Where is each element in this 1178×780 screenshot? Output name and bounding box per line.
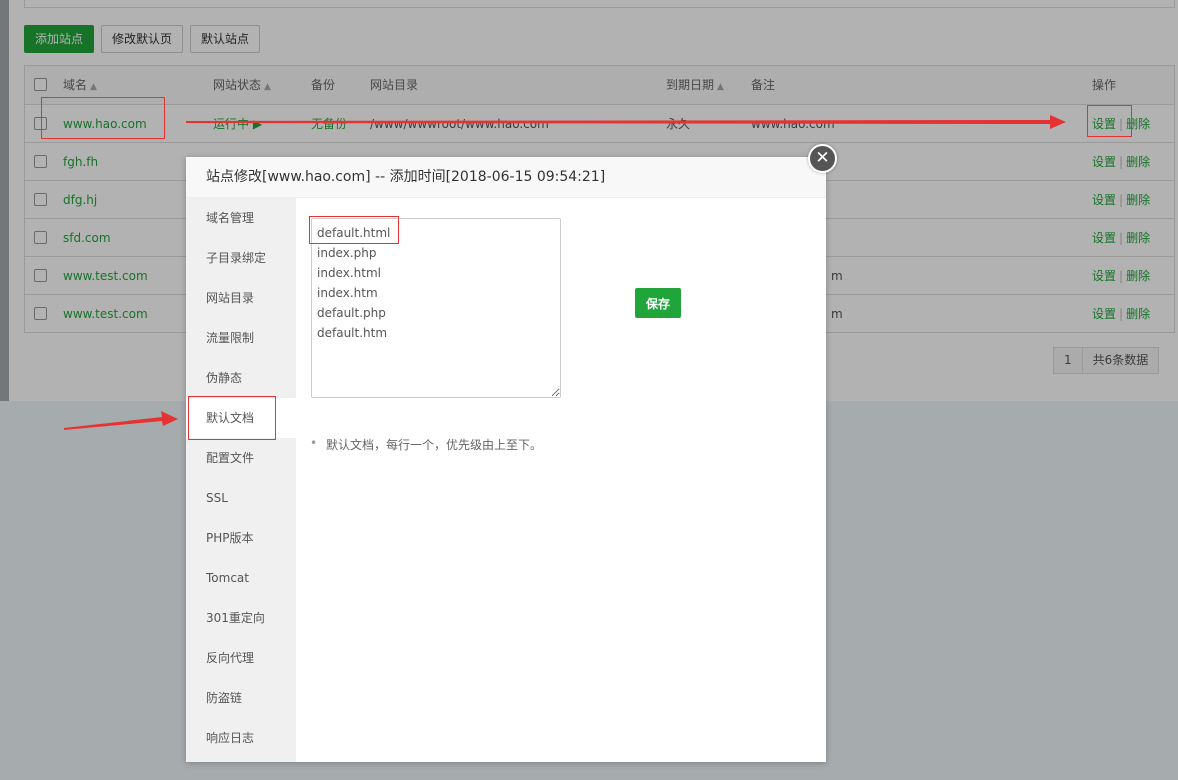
sort-up-icon: ▲ [90, 82, 97, 92]
row-domain-link[interactable]: www.test.com [63, 257, 148, 295]
pagination: 1 共6条数据 [1053, 347, 1160, 374]
settings-menu: 域名管理 子目录绑定 网站目录 流量限制 伪静态 默认文档 配置文件 SSL PHP版本 Tomc… [186, 198, 296, 762]
sort-up-icon: ▲ [717, 82, 724, 92]
header-status[interactable]: 网站状态 ▲ [213, 66, 271, 106]
header-note: 备注 [751, 78, 776, 92]
row-checkbox[interactable] [34, 231, 47, 244]
menu-item[interactable]: 默认文档 [186, 398, 296, 438]
delete-link[interactable]: 删除 [1126, 193, 1150, 207]
header-path: 网站目录 [370, 78, 419, 92]
menu-item[interactable]: 301重定向 [186, 598, 296, 638]
op-separator: | [1119, 307, 1124, 321]
row-checkbox[interactable] [34, 117, 47, 130]
header-domain[interactable]: 域名 ▲ [63, 66, 97, 106]
op-separator: | [1119, 155, 1124, 169]
header-ops: 操作 [1092, 78, 1117, 92]
settings-link[interactable]: 设置 [1092, 117, 1116, 131]
settings-link[interactable]: 设置 [1092, 155, 1116, 169]
menu-item[interactable]: 伪静态 [186, 358, 296, 398]
row-ops: 设置 | 删除 [1092, 219, 1150, 257]
menu-item[interactable]: 配置文件 [186, 438, 296, 478]
row-note[interactable]: www.hao.com [751, 105, 835, 143]
delete-link[interactable]: 删除 [1126, 269, 1150, 283]
close-icon[interactable]: ✕ [808, 144, 837, 173]
settings-link[interactable]: 设置 [1092, 269, 1116, 283]
row-domain-link[interactable]: fgh.fh [63, 143, 98, 181]
row-domain-link[interactable]: sfd.com [63, 219, 111, 257]
row-checkbox[interactable] [34, 269, 47, 282]
row-checkbox[interactable] [34, 193, 47, 206]
menu-item[interactable]: 网站目录 [186, 278, 296, 318]
edit-default-page-button[interactable]: 修改默认页 [101, 25, 184, 53]
op-separator: | [1119, 193, 1124, 207]
header-backup: 备份 [311, 78, 336, 92]
default-site-button[interactable]: 默认站点 [190, 25, 261, 53]
row-domain-link[interactable]: www.test.com [63, 295, 148, 333]
row-note[interactable]: m [831, 295, 843, 333]
page-number[interactable]: 1 [1054, 348, 1082, 373]
row-checkbox[interactable] [34, 307, 47, 320]
row-ops: 设置 | 删除 [1092, 105, 1150, 143]
row-ops: 设置 | 删除 [1092, 143, 1150, 181]
toolbar: 添加站点 修改默认页 默认站点 [24, 25, 261, 53]
row-ops: 设置 | 删除 [1092, 181, 1150, 219]
default-docs-panel: default.html index.php index.html index.… [296, 198, 826, 762]
menu-item[interactable]: 流量限制 [186, 318, 296, 358]
annotation-arrow-menu [64, 411, 178, 430]
row-backup[interactable]: 无备份 [311, 105, 347, 143]
select-all-checkbox[interactable] [34, 78, 47, 91]
header-expire[interactable]: 到期日期 ▲ [666, 66, 724, 106]
op-separator: | [1119, 269, 1124, 283]
save-button[interactable]: 保存 [635, 288, 681, 318]
settings-link[interactable]: 设置 [1092, 193, 1116, 207]
row-checkbox[interactable] [34, 155, 47, 168]
op-separator: | [1119, 117, 1124, 131]
default-docs-textarea[interactable]: default.html index.php index.html index.… [311, 218, 561, 398]
row-note[interactable]: m [831, 257, 843, 295]
top-panel-edge [24, 0, 1175, 8]
menu-item[interactable]: 反向代理 [186, 638, 296, 678]
row-ops: 设置 | 删除 [1092, 295, 1150, 333]
menu-item[interactable]: 响应日志 [186, 718, 296, 758]
dialog-body: 域名管理 子目录绑定 网站目录 流量限制 伪静态 默认文档 配置文件 SSL PHP版本 Tomc… [186, 198, 826, 762]
delete-link[interactable]: 删除 [1126, 231, 1150, 245]
sort-up-icon: ▲ [264, 82, 271, 92]
table-header: 域名 ▲ 网站状态 ▲ 备份 网站目录 到期日期 ▲ 备注 操作 [25, 66, 1174, 104]
menu-item[interactable]: SSL [186, 478, 296, 518]
row-domain-link[interactable]: www.hao.com [63, 105, 147, 143]
menu-item[interactable]: 防盗链 [186, 678, 296, 718]
site-edit-dialog: 站点修改[www.hao.com] -- 添加时间[2018-06-15 09:… [186, 157, 826, 762]
settings-link[interactable]: 设置 [1092, 231, 1116, 245]
menu-item[interactable]: 子目录绑定 [186, 238, 296, 278]
add-site-button[interactable]: 添加站点 [24, 25, 95, 53]
menu-item[interactable]: Tomcat [186, 558, 296, 598]
row-path[interactable]: /www/wwwroot/www.hao.com [370, 105, 549, 143]
row-ops: 设置 | 删除 [1092, 257, 1150, 295]
menu-item[interactable]: 域名管理 [186, 198, 296, 238]
delete-link[interactable]: 删除 [1126, 307, 1150, 321]
delete-link[interactable]: 删除 [1126, 117, 1150, 131]
delete-link[interactable]: 删除 [1126, 155, 1150, 169]
table-row: www.hao.com 运行中 ▶ 无备份 /www/wwwroot/www.h… [25, 104, 1174, 142]
op-separator: | [1119, 231, 1124, 245]
total-count: 共6条数据 [1081, 348, 1159, 373]
row-expire[interactable]: 永久 [666, 105, 690, 143]
menu-item[interactable]: PHP版本 [186, 518, 296, 558]
dialog-title: 站点修改[www.hao.com] -- 添加时间[2018-06-15 09:… [186, 157, 826, 198]
row-domain-link[interactable]: dfg.hj [63, 181, 97, 219]
row-status[interactable]: 运行中 ▶ [213, 105, 262, 143]
settings-link[interactable]: 设置 [1092, 307, 1116, 321]
default-docs-hint: 默认文档，每行一个，优先级由上至下。 [310, 436, 542, 453]
